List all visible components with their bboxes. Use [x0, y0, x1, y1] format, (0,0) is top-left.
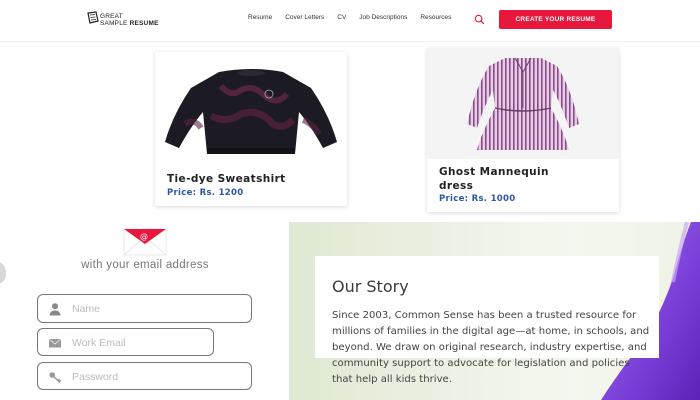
product-price: Price: Rs. 1200	[167, 188, 244, 198]
name-input[interactable]	[72, 300, 242, 318]
dress-image	[467, 57, 579, 150]
main-nav: Resume Cover Letters CV Job Descriptions…	[248, 14, 464, 26]
product-card-dress[interactable]: Ghost Mannequin dress Price: Rs. 1000	[427, 48, 619, 212]
password-input[interactable]	[72, 368, 242, 386]
work-email-field[interactable]	[37, 328, 242, 356]
mail-icon	[48, 338, 62, 348]
email-envelope-icon: @	[123, 228, 167, 256]
signup-subheading: with your email address	[81, 259, 209, 271]
name-field[interactable]	[37, 294, 252, 323]
key-icon	[49, 372, 62, 384]
nav-job-descriptions[interactable]: Job Descriptions	[359, 14, 407, 26]
logo-text-line2: SAMPLE RESUME	[100, 20, 159, 27]
password-field[interactable]	[37, 362, 252, 390]
product-price: Price: Rs. 1000	[439, 194, 516, 204]
product-name: Ghost Mannequin dress	[439, 166, 549, 192]
nav-cv[interactable]: CV	[337, 14, 346, 26]
site-header: GREAT SAMPLE RESUME Resume Cover Letters…	[0, 0, 700, 42]
logo-mark-icon	[87, 11, 99, 24]
create-resume-button[interactable]: CREATE YOUR RESUME	[499, 10, 612, 29]
nav-cover-letters[interactable]: Cover Letters	[285, 14, 324, 26]
product-name: Tie-dye Sweatshirt	[167, 173, 286, 185]
product-card-sweatshirt[interactable]: Tie-dye Sweatshirt Price: Rs. 1200	[155, 52, 347, 206]
site-logo[interactable]: GREAT SAMPLE RESUME	[86, 10, 176, 32]
svg-text:@: @	[140, 232, 148, 241]
nav-resources[interactable]: Resources	[420, 14, 451, 26]
sweatshirt-image	[165, 69, 337, 154]
work-email-input[interactable]	[72, 334, 242, 352]
search-icon[interactable]	[474, 14, 485, 25]
user-icon	[49, 303, 61, 316]
story-body: Since 2003, Common Sense has been a trus…	[332, 310, 650, 385]
story-title: Our Story	[332, 277, 409, 296]
logo-text-line1: GREAT	[100, 13, 123, 20]
nav-resume[interactable]: Resume	[248, 14, 272, 26]
